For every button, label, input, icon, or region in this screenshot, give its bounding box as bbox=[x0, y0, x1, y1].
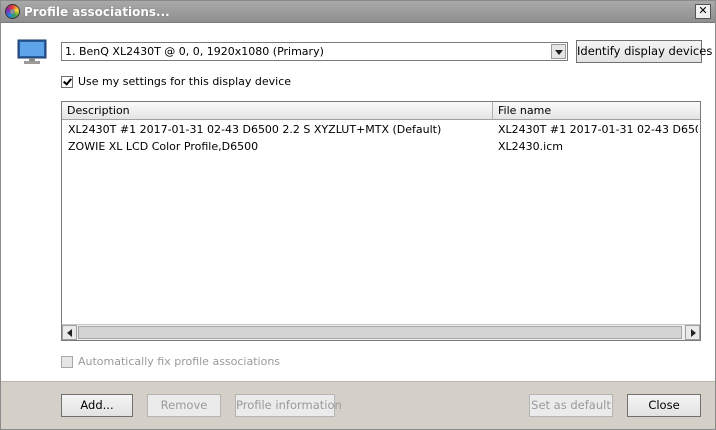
close-window-button[interactable]: ✕ bbox=[695, 4, 711, 19]
identify-display-devices-button[interactable]: Identify display devices bbox=[576, 40, 712, 63]
profile-description: ZOWIE XL LCD Color Profile,D6500 bbox=[68, 140, 259, 153]
column-header-file-name[interactable]: File name bbox=[493, 102, 700, 120]
add-button[interactable]: Add... bbox=[61, 394, 133, 417]
display-device-select[interactable]: 1. BenQ XL2430T @ 0, 0, 1920x1080 (Prima… bbox=[61, 42, 568, 61]
use-my-settings-label: Use my settings for this display device bbox=[78, 75, 292, 88]
list-header: Description File name bbox=[62, 102, 700, 120]
scroll-right-icon[interactable] bbox=[685, 325, 700, 340]
profile-list[interactable]: Description File name XL2430T #1 2017-01… bbox=[61, 101, 701, 341]
use-my-settings-checkbox[interactable] bbox=[61, 76, 73, 88]
set-as-default-button[interactable]: Set as default bbox=[529, 394, 613, 417]
scrollbar-thumb[interactable] bbox=[78, 326, 682, 339]
table-row[interactable]: ZOWIE XL LCD Color Profile,D6500 XL2430.… bbox=[62, 139, 700, 155]
auto-fix-checkbox[interactable] bbox=[61, 356, 73, 368]
profile-associations-window: Profile associations... ✕ 1. BenQ XL2430… bbox=[0, 0, 716, 430]
profile-description: XL2430T #1 2017-01-31 02-43 D6500 2.2 S … bbox=[68, 123, 442, 136]
window-title: Profile associations... bbox=[24, 5, 170, 19]
scroll-left-icon[interactable] bbox=[62, 325, 77, 340]
button-bar: Add... Remove Profile information Set as… bbox=[1, 381, 715, 429]
column-header-description[interactable]: Description bbox=[62, 102, 493, 120]
profile-file-name: XL2430T #1 2017-01-31 02-43 D6500 ... bbox=[498, 123, 698, 136]
chevron-down-icon[interactable] bbox=[551, 44, 566, 59]
close-button[interactable]: Close bbox=[627, 394, 701, 417]
remove-button[interactable]: Remove bbox=[147, 394, 221, 417]
profile-information-button[interactable]: Profile information bbox=[235, 394, 342, 417]
monitor-icon bbox=[17, 39, 47, 64]
color-wheel-icon bbox=[5, 4, 20, 19]
display-device-value: 1. BenQ XL2430T @ 0, 0, 1920x1080 (Prima… bbox=[65, 45, 324, 58]
profile-file-name: XL2430.icm bbox=[498, 140, 563, 153]
table-row[interactable]: XL2430T #1 2017-01-31 02-43 D6500 2.2 S … bbox=[62, 122, 700, 138]
check-icon bbox=[63, 76, 72, 86]
title-bar[interactable]: Profile associations... ✕ bbox=[1, 1, 715, 23]
horizontal-scrollbar[interactable] bbox=[62, 324, 700, 340]
auto-fix-label: Automatically fix profile associations bbox=[78, 355, 281, 368]
